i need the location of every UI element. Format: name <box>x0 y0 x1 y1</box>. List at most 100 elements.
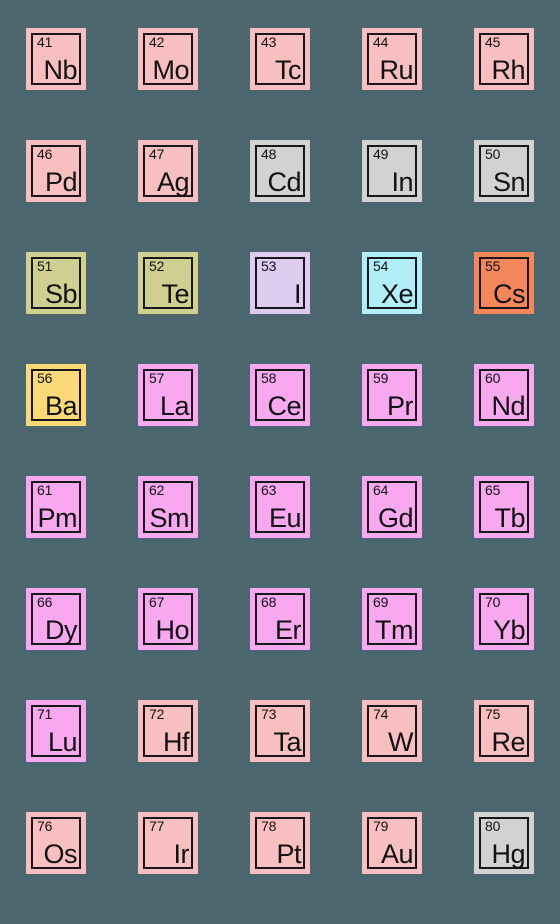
element-tile-in[interactable]: 49 In <box>362 140 422 202</box>
atomic-number: 54 <box>373 258 389 274</box>
element-tile-border: 47 Ag <box>143 145 193 197</box>
grid-cell: 42 Mo <box>138 28 250 140</box>
element-symbol: La <box>159 391 190 421</box>
grid-cell: 56 Ba <box>26 364 138 476</box>
element-tile-cs[interactable]: 55 Cs <box>474 252 534 314</box>
element-tile-border: 58 Ce <box>255 369 305 421</box>
grid-cell: 52 Te <box>138 252 250 364</box>
element-tile-hf[interactable]: 72 Hf <box>138 700 198 762</box>
element-tile-os[interactable]: 76 Os <box>26 812 86 874</box>
element-tile-la[interactable]: 57 La <box>138 364 198 426</box>
element-tile-border: 49 In <box>367 145 417 197</box>
element-tile-yb[interactable]: 70 Yb <box>474 588 534 650</box>
element-tile-eu[interactable]: 63 Eu <box>250 476 310 538</box>
element-tile-tb[interactable]: 65 Tb <box>474 476 534 538</box>
element-tile-sm[interactable]: 62 Sm <box>138 476 198 538</box>
element-symbol: Au <box>380 839 414 869</box>
grid-cell: 67 Ho <box>138 588 250 700</box>
element-tile-pm[interactable]: 61 Pm <box>26 476 86 538</box>
element-tile-border: 45 Rh <box>479 33 529 85</box>
grid-cell: 69 Tm <box>362 588 474 700</box>
atomic-number: 41 <box>37 34 53 50</box>
element-tile-gd[interactable]: 64 Gd <box>362 476 422 538</box>
element-tile-ba[interactable]: 56 Ba <box>26 364 86 426</box>
element-tile-border: 55 Cs <box>479 257 529 309</box>
grid-cell: 61 Pm <box>26 476 138 588</box>
element-tile-ta[interactable]: 73 Ta <box>250 700 310 762</box>
element-tile-re[interactable]: 75 Re <box>474 700 534 762</box>
element-tile-ir[interactable]: 77 Ir <box>138 812 198 874</box>
element-symbol: Sm <box>149 503 190 533</box>
grid-cell: 48 Cd <box>250 140 362 252</box>
element-tile-te[interactable]: 52 Te <box>138 252 198 314</box>
atomic-number: 62 <box>149 482 165 498</box>
element-tile-pr[interactable]: 59 Pr <box>362 364 422 426</box>
grid-cell: 45 Rh <box>474 28 560 140</box>
atomic-number: 63 <box>261 482 277 498</box>
element-tile-sb[interactable]: 51 Sb <box>26 252 86 314</box>
element-tile-mo[interactable]: 42 Mo <box>138 28 198 90</box>
element-tile-ho[interactable]: 67 Ho <box>138 588 198 650</box>
atomic-number: 71 <box>37 706 53 722</box>
element-tile-sn[interactable]: 50 Sn <box>474 140 534 202</box>
element-tile-border: 70 Yb <box>479 593 529 645</box>
grid-cell: 55 Cs <box>474 252 560 364</box>
element-symbol: Xe <box>380 279 414 309</box>
element-tile-border: 56 Ba <box>31 369 81 421</box>
grid-cell: 80 Hg <box>474 812 560 924</box>
element-tile-border: 77 Ir <box>143 817 193 869</box>
element-symbol: Ir <box>173 839 190 869</box>
element-tile-pt[interactable]: 78 Pt <box>250 812 310 874</box>
element-symbol: Cd <box>267 167 301 197</box>
element-tile-border: 43 Tc <box>255 33 305 85</box>
grid-cell: 46 Pd <box>26 140 138 252</box>
element-tile-border: 72 Hf <box>143 705 193 757</box>
element-symbol: Gd <box>377 503 414 533</box>
grid-cell: 74 W <box>362 700 474 812</box>
element-tile-xe[interactable]: 54 Xe <box>362 252 422 314</box>
element-tile-ce[interactable]: 58 Ce <box>250 364 310 426</box>
atomic-number: 50 <box>485 146 501 162</box>
element-symbol: Tc <box>275 55 302 85</box>
grid-cell: 77 Ir <box>138 812 250 924</box>
atomic-number: 77 <box>149 818 165 834</box>
element-tile-hg[interactable]: 80 Hg <box>474 812 534 874</box>
element-tile-w[interactable]: 74 W <box>362 700 422 762</box>
element-tile-ag[interactable]: 47 Ag <box>138 140 198 202</box>
atomic-number: 79 <box>373 818 389 834</box>
element-tile-border: 80 Hg <box>479 817 529 869</box>
grid-cell: 43 Tc <box>250 28 362 140</box>
element-symbol: Ta <box>273 727 301 757</box>
element-tile-dy[interactable]: 66 Dy <box>26 588 86 650</box>
grid-cell: 75 Re <box>474 700 560 812</box>
element-tile-border: 59 Pr <box>367 369 417 421</box>
element-symbol: Pd <box>44 167 78 197</box>
element-symbol: Pm <box>37 503 78 533</box>
element-tile-er[interactable]: 68 Er <box>250 588 310 650</box>
element-symbol: Pt <box>276 839 301 869</box>
grid-cell: 44 Ru <box>362 28 474 140</box>
element-symbol: Ag <box>156 167 190 197</box>
grid-cell: 57 La <box>138 364 250 476</box>
element-tile-au[interactable]: 79 Au <box>362 812 422 874</box>
element-tile-border: 68 Er <box>255 593 305 645</box>
grid-cell: 66 Dy <box>26 588 138 700</box>
atomic-number: 48 <box>261 146 277 162</box>
element-tile-nb[interactable]: 41 Nb <box>26 28 86 90</box>
element-tile-cd[interactable]: 48 Cd <box>250 140 310 202</box>
element-tile-nd[interactable]: 60 Nd <box>474 364 534 426</box>
element-tile-i[interactable]: 53 I <box>250 252 310 314</box>
element-tile-border: 73 Ta <box>255 705 305 757</box>
grid-cell: 51 Sb <box>26 252 138 364</box>
grid-cell: 54 Xe <box>362 252 474 364</box>
element-tile-border: 51 Sb <box>31 257 81 309</box>
atomic-number: 55 <box>485 258 501 274</box>
element-tile-pd[interactable]: 46 Pd <box>26 140 86 202</box>
element-tile-tm[interactable]: 69 Tm <box>362 588 422 650</box>
element-tile-ru[interactable]: 44 Ru <box>362 28 422 90</box>
element-tile-lu[interactable]: 71 Lu <box>26 700 86 762</box>
element-tile-border: 50 Sn <box>479 145 529 197</box>
element-tile-rh[interactable]: 45 Rh <box>474 28 534 90</box>
element-tile-tc[interactable]: 43 Tc <box>250 28 310 90</box>
element-symbol: Dy <box>45 615 78 645</box>
